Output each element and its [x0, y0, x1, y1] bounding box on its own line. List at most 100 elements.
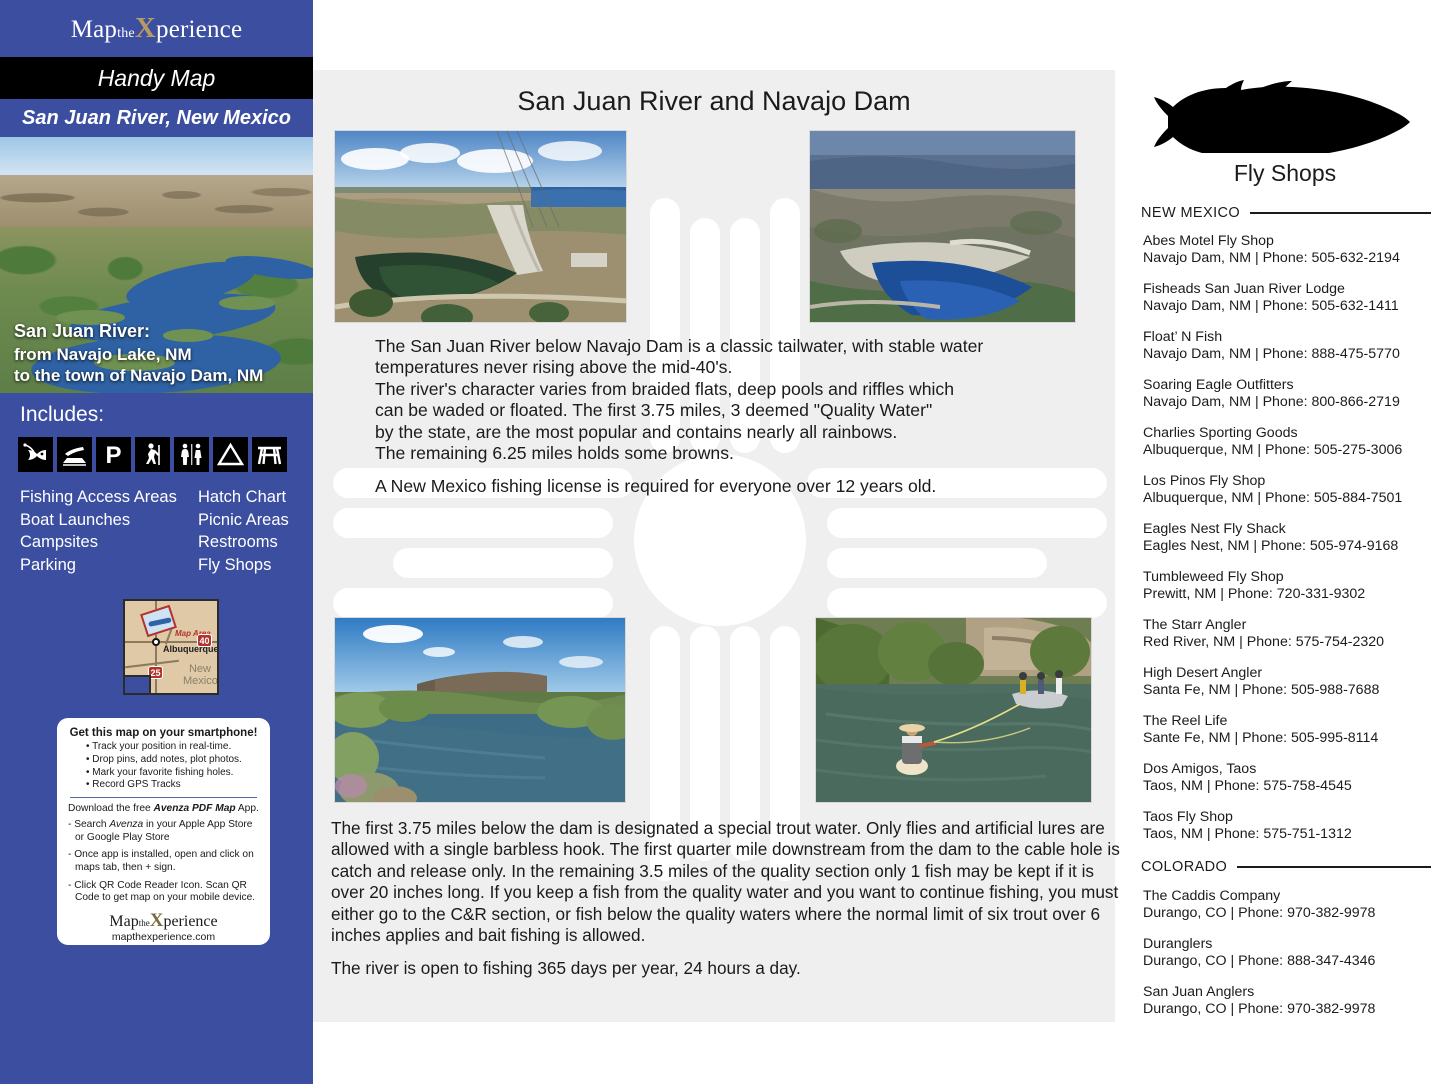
intro-line-4: can be waded or floated. The first 3.75 … [375, 400, 933, 421]
promo-step-3: - Click QR Code Reader Icon. Scan QR Cod… [68, 879, 256, 904]
shop-name: Tumbleweed Fly Shop [1143, 569, 1284, 585]
list-item: Dos Amigos, Taos Taos, NM | Phone: 575-7… [1143, 761, 1443, 796]
promo-crossed-paddles-x-icon: X [149, 909, 164, 931]
list-item: Fisheads San Juan River Lodge Navajo Dam… [1143, 281, 1443, 316]
promo-download-post: App. [235, 803, 259, 815]
fly-shops-heading: Fly Shops [1233, 160, 1337, 186]
albuquerque-label: Albuquerque [163, 644, 219, 654]
divider-rule [1250, 212, 1431, 214]
shop-location: Durango, CO | Phone: 970-382-9978 [1143, 905, 1376, 922]
promo-download-pre: Download the free [68, 803, 154, 815]
shop-name: Duranglers [1143, 936, 1213, 952]
intro-line-6: The remaining 6.25 miles holds some brow… [375, 443, 734, 464]
state-name-line-2: Mexico [183, 675, 218, 687]
list-item: Tumbleweed Fly Shop Prewitt, NM | Phone:… [1143, 569, 1443, 604]
shop-location: Durango, CO | Phone: 970-382-9978 [1143, 1001, 1376, 1018]
promo-download-line: Download the free Avenza PDF Map App. [68, 803, 259, 814]
state-label: COLORADO [1141, 859, 1228, 875]
list-item: Record GPS Tracks [86, 779, 259, 792]
shop-name: The Caddis Company [1143, 888, 1281, 904]
shop-location: Navajo Dam, NM | Phone: 505-632-2194 [1143, 250, 1400, 267]
shop-location: Albuquerque, NM | Phone: 505-275-3006 [1143, 442, 1403, 459]
camping-icon [213, 437, 248, 472]
list-item: Fly Shops [198, 555, 272, 574]
license-notice: A New Mexico fishing license is required… [375, 476, 937, 497]
list-item: Duranglers Durango, CO | Phone: 888-347-… [1143, 936, 1443, 971]
list-item: Float’ N Fish Navajo Dam, NM | Phone: 88… [1143, 329, 1443, 364]
shop-name: Dos Amigos, Taos [1143, 761, 1257, 777]
promo-step-1-pre: - Search [68, 819, 110, 831]
intro-line-2: temperatures never rising above the mid-… [375, 357, 733, 378]
shop-location: Prewitt, NM | Phone: 720-331-9302 [1143, 586, 1366, 603]
list-item: San Juan Anglers Durango, CO | Phone: 97… [1143, 984, 1443, 1019]
list-item: Restrooms [198, 533, 278, 551]
handy-map-banner: Handy Map [0, 57, 313, 99]
hero-caption-line-1: San Juan River: [14, 321, 151, 342]
list-item: Los Pinos Fly Shop Albuquerque, NM | Pho… [1143, 473, 1443, 508]
list-item: Parking [20, 555, 76, 574]
logo-the: the [117, 26, 135, 41]
shop-name: Eagles Nest Fly Shack [1143, 521, 1286, 537]
shop-location: Taos, NM | Phone: 575-751-1312 [1143, 826, 1352, 843]
list-item: Eagles Nest Fly Shack Eagles Nest, NM | … [1143, 521, 1443, 556]
intro-line-5: by the state, are the most popular and c… [375, 421, 898, 442]
sidebar: MaptheXperience Handy Map San Juan River… [0, 0, 313, 1084]
promo-heading: Get this map on your smartphone! [69, 727, 258, 739]
list-item: Hatch Chart [198, 488, 287, 506]
logo-perience: perience [156, 16, 243, 43]
region-title: San Juan River, New Mexico [22, 106, 291, 129]
shop-location: Albuquerque, NM | Phone: 505-884-7501 [1143, 490, 1403, 507]
region-title-banner: San Juan River, New Mexico [0, 99, 313, 137]
amenity-icon-row: P [18, 437, 287, 472]
navajo-lake-aerial-photo [809, 130, 1076, 323]
san-juan-river-hero-photo: San Juan River: from Navajo Lake, NM to … [0, 137, 313, 393]
shop-name: Abes Motel Fly Shop [1143, 233, 1274, 249]
san-juan-river-photo [334, 617, 626, 803]
brand-header: MaptheXperience [0, 0, 313, 57]
shop-name: The Starr Angler [1143, 617, 1247, 633]
shop-name: The Reel Life [1143, 713, 1228, 729]
promo-divider [70, 797, 257, 799]
list-item: The Starr Angler Red River, NM | Phone: … [1143, 617, 1443, 652]
list-item: Soaring Eagle Outfitters Navajo Dam, NM … [1143, 377, 1443, 412]
feature-list-left: Fishing Access Areas Boat Launches Camps… [20, 486, 198, 576]
state-label: NEW MEXICO [1141, 205, 1241, 221]
promo-logo: MaptheXperience [68, 910, 259, 932]
open-hours-note: The river is open to fishing 365 days pe… [331, 958, 801, 979]
list-item: Fishing Access Areas [20, 488, 177, 506]
picnic-icon [252, 437, 287, 472]
shop-name: Float’ N Fish [1143, 329, 1223, 345]
parking-icon: P [96, 437, 131, 472]
smartphone-promo-card: Get this map on your smartphone! Track y… [57, 718, 270, 945]
feature-list: Fishing Access Areas Boat Launches Camps… [20, 486, 300, 576]
hero-caption-line-2: from Navajo Lake, NM [14, 344, 192, 364]
hero-caption: San Juan River: from Navajo Lake, NM to … [14, 320, 263, 387]
regulations-text-block: The first 3.75 miles below the dam is de… [331, 818, 1126, 980]
shop-location: Durango, CO | Phone: 888-347-4346 [1143, 953, 1376, 970]
promo-step-1: - Search Avenza in your Apple App Store … [68, 819, 259, 844]
promo-bullets: Track your position in real-time. Drop p… [86, 741, 259, 792]
shop-location: Navajo Dam, NM | Phone: 800-866-2719 [1143, 394, 1400, 411]
promo-app-name: Avenza PDF Map [153, 803, 236, 815]
boat-launch-icon [57, 437, 92, 472]
handy-map-label: Handy Map [97, 64, 216, 91]
includes-label: Includes: [20, 403, 105, 426]
promo-step-2: - Once app is installed, open and click … [68, 849, 254, 873]
state-header-colorado: COLORADO [1141, 859, 1431, 875]
restrooms-icon [174, 437, 209, 472]
shop-location: Navajo Dam, NM | Phone: 505-632-1411 [1143, 298, 1399, 315]
page-title: San Juan River and Navajo Dam [517, 86, 911, 116]
shop-location: Red River, NM | Phone: 575-754-2320 [1143, 634, 1385, 651]
regulations-paragraph: The first 3.75 miles below the dam is de… [331, 818, 1120, 946]
shop-name: Taos Fly Shop [1143, 809, 1233, 825]
fishing-icon [18, 437, 53, 472]
shop-location: Sante Fe, NM | Phone: 505-995-8114 [1143, 730, 1379, 747]
shop-location: Eagles Nest, NM | Phone: 505-974-9168 [1143, 538, 1399, 555]
logo-map: Map [70, 16, 118, 43]
new-mexico-locator-map: Map Area 40 25 Albuquerque New Mexico [123, 599, 219, 695]
promo-step-1-em: Avenza [109, 819, 144, 831]
list-item: Abes Motel Fly Shop Navajo Dam, NM | Pho… [1143, 233, 1443, 268]
list-item: Drop pins, add notes, plot photos. [86, 754, 259, 767]
intro-line-1: The San Juan River below Navajo Dam is a… [375, 336, 984, 356]
shop-name: San Juan Anglers [1143, 984, 1255, 1000]
